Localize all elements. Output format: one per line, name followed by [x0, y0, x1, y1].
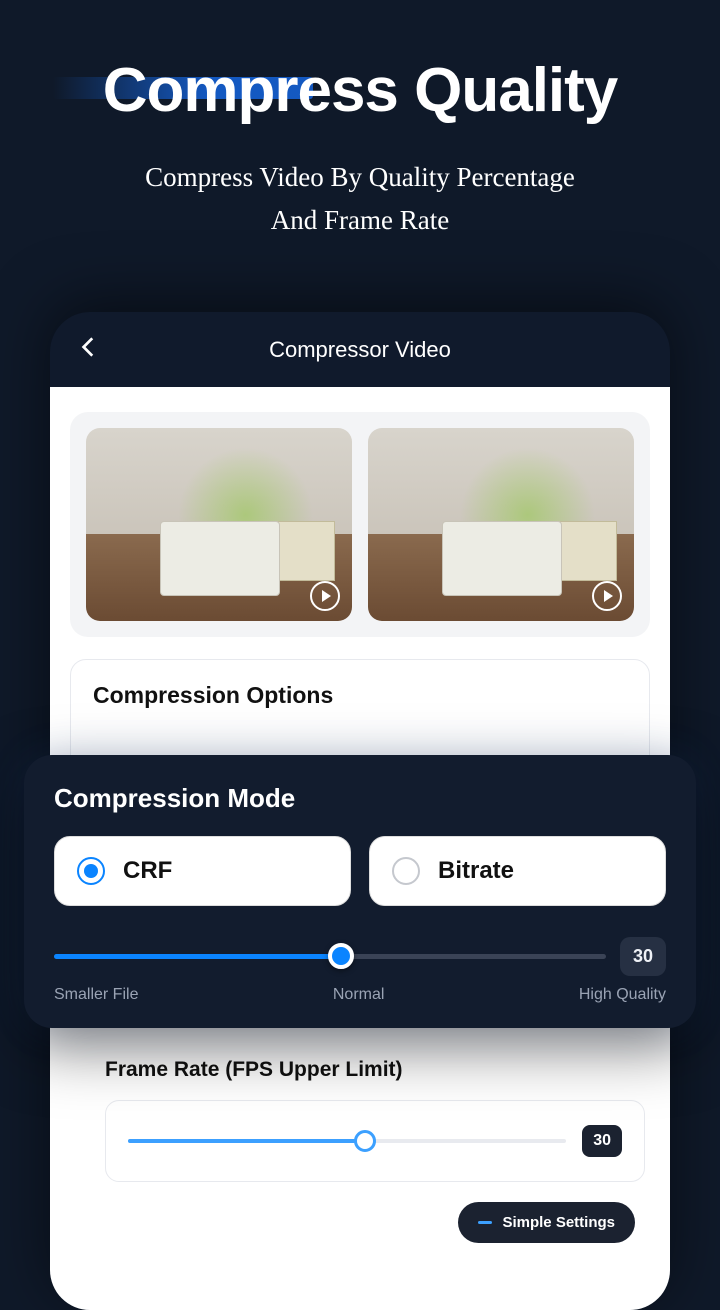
play-icon[interactable]	[592, 581, 622, 611]
slider-fill	[54, 954, 341, 959]
slider-track	[54, 954, 606, 959]
video-thumbnail-compressed[interactable]	[368, 428, 634, 621]
fr-slider-knob-icon[interactable]	[354, 1130, 376, 1152]
app-header: Compressor Video	[50, 312, 670, 387]
app-title: Compressor Video	[102, 337, 618, 363]
video-thumbnail-original[interactable]	[86, 428, 352, 621]
slider-label-high: High Quality	[579, 986, 666, 1004]
back-arrow-icon[interactable]	[76, 334, 102, 365]
video-preview-card	[70, 412, 650, 637]
minus-icon	[478, 1221, 492, 1224]
play-icon[interactable]	[310, 581, 340, 611]
frame-rate-title: Frame Rate (FPS Upper Limit)	[105, 1058, 645, 1082]
simple-settings-button[interactable]: Simple Settings	[458, 1202, 635, 1243]
fr-slider-track	[128, 1139, 566, 1143]
frame-rate-slider[interactable]: 30	[105, 1100, 645, 1182]
radio-unselected-icon	[392, 857, 420, 885]
slider-label-mid: Normal	[333, 986, 385, 1004]
compression-options-title: Compression Options	[93, 682, 627, 709]
compression-mode-title: Compression Mode	[54, 783, 666, 814]
mode-option-label: Bitrate	[438, 857, 514, 885]
radio-selected-icon	[77, 857, 105, 885]
quality-slider[interactable]: 30	[54, 942, 666, 970]
mode-option-crf[interactable]: CRF	[54, 836, 351, 906]
fr-value-badge: 30	[582, 1125, 622, 1157]
slider-knob-icon[interactable]	[328, 943, 354, 969]
slider-label-low: Smaller File	[54, 986, 138, 1004]
compression-mode-options: CRF Bitrate	[54, 836, 666, 906]
hero-subtitle: Compress Video By Quality Percentage And…	[40, 156, 680, 242]
hero-section: Compress Quality Compress Video By Quali…	[0, 0, 720, 282]
slider-labels: Smaller File Normal High Quality	[54, 986, 666, 1004]
simple-settings-label: Simple Settings	[502, 1214, 615, 1231]
hero-title: Compress Quality	[103, 55, 618, 126]
frame-rate-section: Frame Rate (FPS Upper Limit) 30	[105, 1058, 645, 1182]
compression-mode-card: Compression Mode CRF Bitrate 30 Smaller …	[24, 755, 696, 1028]
mode-option-label: CRF	[123, 857, 172, 885]
fr-slider-fill	[128, 1139, 365, 1143]
slider-value-badge: 30	[620, 937, 666, 976]
mode-option-bitrate[interactable]: Bitrate	[369, 836, 666, 906]
